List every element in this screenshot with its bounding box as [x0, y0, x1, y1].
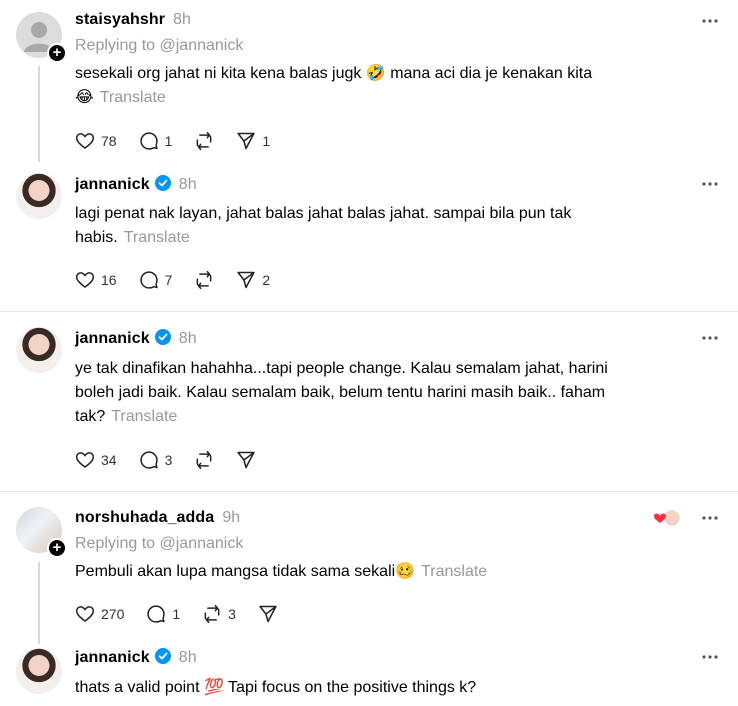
post-text: ye tak dinafikan hahahha...tapi people c… [75, 360, 608, 425]
comment-icon [139, 132, 158, 150]
send-icon [237, 132, 256, 150]
thread-line [38, 562, 40, 644]
like-button[interactable]: 16 [75, 270, 117, 290]
reply-button[interactable]: 1 [146, 604, 180, 624]
reply-count: 1 [164, 133, 173, 149]
reply-button[interactable]: 7 [139, 270, 173, 290]
replying-to[interactable]: Replying to @jannanick [75, 37, 243, 55]
repost-icon [204, 604, 220, 624]
timestamp: 9h [222, 509, 241, 526]
username[interactable]: jannanick 8h [75, 648, 197, 667]
translate-link[interactable]: Translate [100, 89, 166, 106]
follow-plus-icon[interactable]: + [47, 538, 67, 558]
post-text: lagi penat nak layan, jahat balas jahat … [75, 205, 572, 246]
more-options-icon[interactable] [700, 328, 720, 348]
comment-icon [147, 605, 166, 623]
reply-count: 1 [172, 606, 181, 622]
heart-icon [75, 272, 95, 289]
username[interactable]: jannanick 8h [75, 329, 197, 348]
share-count: 2 [262, 272, 271, 288]
share-count: 1 [262, 133, 271, 149]
author-liked-indicator [652, 508, 682, 528]
avatar[interactable]: + [16, 507, 67, 558]
username[interactable]: norshuhada_adda 9h [75, 509, 240, 527]
heart-icon [75, 133, 95, 150]
translate-link[interactable]: Translate [124, 229, 190, 246]
username[interactable]: jannanick 8h [75, 175, 197, 194]
more-options-icon[interactable] [700, 174, 720, 194]
like-count: 270 [101, 606, 125, 622]
reply-count: 3 [164, 452, 173, 468]
timestamp: 8h [178, 330, 197, 347]
repost-button[interactable] [194, 131, 214, 151]
divider [0, 311, 738, 312]
more-options-icon[interactable] [700, 508, 720, 528]
reply-count: 7 [164, 272, 173, 288]
repost-button[interactable] [194, 450, 214, 470]
timestamp: 8h [173, 11, 192, 28]
like-button[interactable]: 78 [75, 131, 117, 151]
like-count: 16 [101, 272, 117, 288]
reply-button[interactable]: 3 [139, 450, 173, 470]
like-button[interactable]: 34 [75, 450, 117, 470]
comment-icon [139, 451, 158, 469]
author-heart-icon [654, 508, 682, 528]
repost-button[interactable] [194, 270, 214, 290]
action-bar: 16 7 2 [75, 269, 292, 291]
comment-icon [139, 271, 158, 289]
more-options-icon[interactable] [700, 647, 720, 667]
share-button[interactable] [258, 604, 278, 624]
repost-button[interactable]: 3 [202, 604, 236, 624]
like-button[interactable]: 270 [75, 604, 124, 624]
replying-to[interactable]: Replying to @jannanick [75, 535, 243, 553]
share-button[interactable]: 2 [236, 270, 270, 290]
repost-icon [196, 450, 212, 470]
follow-plus-icon[interactable]: + [47, 43, 67, 63]
send-icon [259, 605, 277, 623]
repost-count: 3 [228, 606, 236, 622]
thread-line [38, 66, 40, 162]
heart-icon [75, 606, 95, 623]
verified-badge-icon [154, 175, 171, 191]
timestamp: 8h [178, 176, 197, 193]
action-bar: 78 1 1 [75, 130, 292, 152]
verified-badge-icon [154, 648, 171, 664]
avatar[interactable]: + [16, 12, 67, 63]
action-bar: 270 1 3 [75, 603, 300, 625]
repost-icon [196, 131, 212, 151]
avatar[interactable] [16, 327, 62, 373]
username[interactable]: staisyahshr 8h [75, 11, 191, 29]
timestamp: 8h [178, 649, 197, 666]
translate-link[interactable]: Translate [111, 408, 177, 425]
post-text: Pembuli akan lupa mangsa tidak sama seka… [75, 563, 488, 580]
post-text: thats a valid point 💯 Tapi focus on the … [75, 679, 477, 696]
like-count: 78 [101, 133, 117, 149]
more-options-icon[interactable] [700, 11, 720, 31]
reply-button[interactable]: 1 [139, 131, 173, 151]
divider [0, 491, 738, 492]
action-bar: 34 3 [75, 449, 278, 471]
translate-link[interactable]: Translate [421, 563, 487, 580]
send-icon [237, 451, 256, 469]
repost-icon [196, 270, 212, 290]
post-text: sesekali org jahat ni kita kena balas ju… [75, 65, 593, 106]
avatar[interactable] [16, 173, 62, 219]
share-button[interactable]: 1 [236, 131, 270, 151]
send-icon [237, 271, 256, 289]
share-button[interactable] [236, 450, 256, 470]
avatar[interactable] [16, 648, 62, 694]
like-count: 34 [101, 452, 117, 468]
heart-icon [75, 452, 95, 469]
verified-badge-icon [154, 329, 171, 345]
